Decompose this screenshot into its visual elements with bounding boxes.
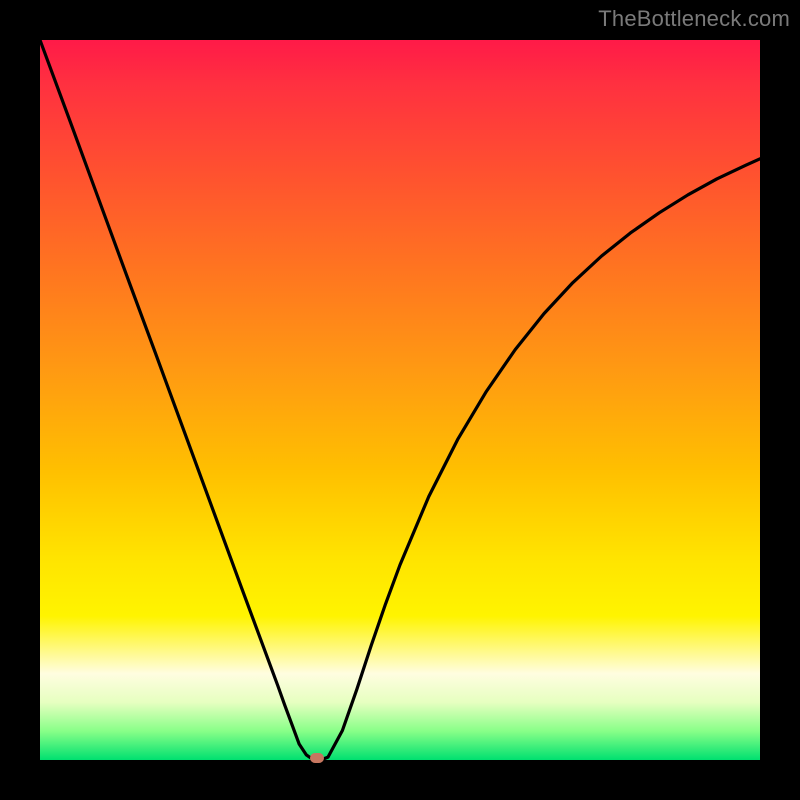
- bottleneck-curve: [40, 40, 760, 760]
- chart-frame: TheBottleneck.com: [0, 0, 800, 800]
- plot-area: [40, 40, 760, 760]
- optimal-point-marker: [310, 753, 324, 763]
- bottleneck-curve-svg: [40, 40, 760, 760]
- watermark-text: TheBottleneck.com: [598, 6, 790, 32]
